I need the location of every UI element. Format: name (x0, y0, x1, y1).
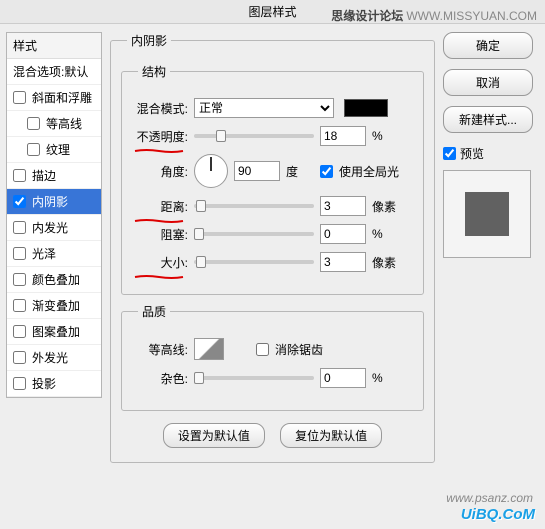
noise-input[interactable] (320, 368, 366, 388)
style-checkbox[interactable] (13, 351, 26, 364)
dialog-title: 图层样式 (248, 5, 296, 19)
reset-default-button[interactable]: 复位为默认值 (280, 423, 382, 448)
effect-settings-panel: 内阴影 结构 混合模式: 正常 不透明度: % (110, 32, 435, 521)
choke-slider[interactable] (194, 232, 314, 236)
style-checkbox[interactable] (13, 299, 26, 312)
style-checkbox[interactable] (13, 221, 26, 234)
opacity-slider[interactable] (194, 134, 314, 138)
noise-label: 杂色: (132, 370, 188, 387)
unit-px: 像素 (372, 198, 400, 215)
blend-options-heading[interactable]: 混合选项:默认 (7, 59, 101, 85)
style-item-label: 图案叠加 (32, 323, 80, 340)
style-list-header: 样式 (7, 33, 101, 59)
style-checkbox[interactable] (13, 247, 26, 260)
size-slider[interactable] (194, 260, 314, 264)
style-item-label: 内发光 (32, 219, 68, 236)
style-checkbox[interactable] (27, 143, 40, 156)
opacity-input[interactable] (320, 126, 366, 146)
contour-picker[interactable] (194, 338, 224, 360)
style-item-4[interactable]: 内阴影 (7, 189, 101, 215)
style-item-label: 渐变叠加 (32, 297, 80, 314)
style-item-label: 外发光 (32, 349, 68, 366)
distance-label: 距离: (132, 198, 188, 215)
style-item-11[interactable]: 投影 (7, 371, 101, 397)
style-list-panel: 样式 混合选项:默认 斜面和浮雕等高线纹理描边内阴影内发光光泽颜色叠加渐变叠加图… (6, 32, 102, 521)
style-item-1[interactable]: 等高线 (7, 111, 101, 137)
structure-legend: 结构 (138, 63, 170, 80)
quality-fieldset: 品质 等高线: 消除锯齿 杂色: % (121, 303, 424, 411)
angle-input[interactable] (234, 161, 280, 181)
style-item-6[interactable]: 光泽 (7, 241, 101, 267)
style-item-8[interactable]: 渐变叠加 (7, 293, 101, 319)
content: 样式 混合选项:默认 斜面和浮雕等高线纹理描边内阴影内发光光泽颜色叠加渐变叠加图… (0, 24, 545, 529)
size-label: 大小: (132, 254, 188, 271)
effect-title: 内阴影 (127, 32, 171, 49)
structure-fieldset: 结构 混合模式: 正常 不透明度: % (121, 63, 424, 295)
style-item-label: 光泽 (32, 245, 56, 262)
choke-label: 阻塞: (132, 226, 188, 243)
cancel-button[interactable]: 取消 (443, 69, 533, 96)
style-item-3[interactable]: 描边 (7, 163, 101, 189)
watermark-logo: UiBQ.CoM (461, 506, 535, 523)
style-checkbox[interactable] (13, 325, 26, 338)
preview-label: 预览 (460, 145, 484, 162)
antialias-checkbox[interactable] (256, 343, 269, 356)
distance-slider[interactable] (194, 204, 314, 208)
contour-label: 等高线: (132, 341, 188, 358)
unit-degree: 度 (286, 163, 314, 180)
unit-percent: % (372, 129, 400, 143)
style-item-9[interactable]: 图案叠加 (7, 319, 101, 345)
blend-mode-label: 混合模式: (132, 100, 188, 117)
angle-dial[interactable] (194, 154, 228, 188)
size-input[interactable] (320, 252, 366, 272)
style-checkbox[interactable] (13, 169, 26, 182)
style-checkbox[interactable] (13, 377, 26, 390)
style-item-label: 颜色叠加 (32, 271, 80, 288)
watermark-url: www.psanz.com (446, 491, 533, 505)
preview-checkbox[interactable] (443, 147, 456, 160)
style-item-label: 斜面和浮雕 (32, 89, 92, 106)
make-default-button[interactable]: 设置为默认值 (163, 423, 265, 448)
opacity-label: 不透明度: (132, 128, 188, 145)
inner-shadow-fieldset: 内阴影 结构 混合模式: 正常 不透明度: % (110, 32, 435, 463)
blend-mode-select[interactable]: 正常 (194, 98, 334, 118)
ok-button[interactable]: 确定 (443, 32, 533, 59)
global-light-checkbox[interactable] (320, 165, 333, 178)
distance-input[interactable] (320, 196, 366, 216)
style-item-label: 描边 (32, 167, 56, 184)
global-light-label: 使用全局光 (339, 163, 399, 180)
style-item-label: 等高线 (46, 115, 82, 132)
shadow-color-swatch[interactable] (344, 99, 388, 117)
titlebar: 图层样式 思缘设计论坛 WWW.MISSYUAN.COM (0, 0, 545, 24)
antialias-label: 消除锯齿 (275, 341, 323, 358)
style-item-0[interactable]: 斜面和浮雕 (7, 85, 101, 111)
style-checkbox[interactable] (27, 117, 40, 130)
style-item-label: 内阴影 (32, 193, 68, 210)
new-style-button[interactable]: 新建样式... (443, 106, 533, 133)
unit-percent3: % (372, 371, 400, 385)
style-item-5[interactable]: 内发光 (7, 215, 101, 241)
noise-slider[interactable] (194, 376, 314, 380)
style-item-10[interactable]: 外发光 (7, 345, 101, 371)
style-item-label: 纹理 (46, 141, 70, 158)
style-item-2[interactable]: 纹理 (7, 137, 101, 163)
style-checkbox[interactable] (13, 195, 26, 208)
preview-swatch (465, 192, 509, 236)
action-panel: 确定 取消 新建样式... 预览 (443, 32, 539, 521)
quality-legend: 品质 (138, 303, 170, 320)
watermark-top: 思缘设计论坛 WWW.MISSYUAN.COM (331, 4, 537, 29)
style-item-7[interactable]: 颜色叠加 (7, 267, 101, 293)
style-checkbox[interactable] (13, 91, 26, 104)
layer-style-dialog: 图层样式 思缘设计论坛 WWW.MISSYUAN.COM 样式 混合选项:默认 … (0, 0, 545, 529)
style-checkbox[interactable] (13, 273, 26, 286)
style-item-label: 投影 (32, 375, 56, 392)
angle-label: 角度: (132, 163, 188, 180)
preview-box (443, 170, 531, 258)
unit-px2: 像素 (372, 254, 400, 271)
unit-percent2: % (372, 227, 400, 241)
choke-input[interactable] (320, 224, 366, 244)
